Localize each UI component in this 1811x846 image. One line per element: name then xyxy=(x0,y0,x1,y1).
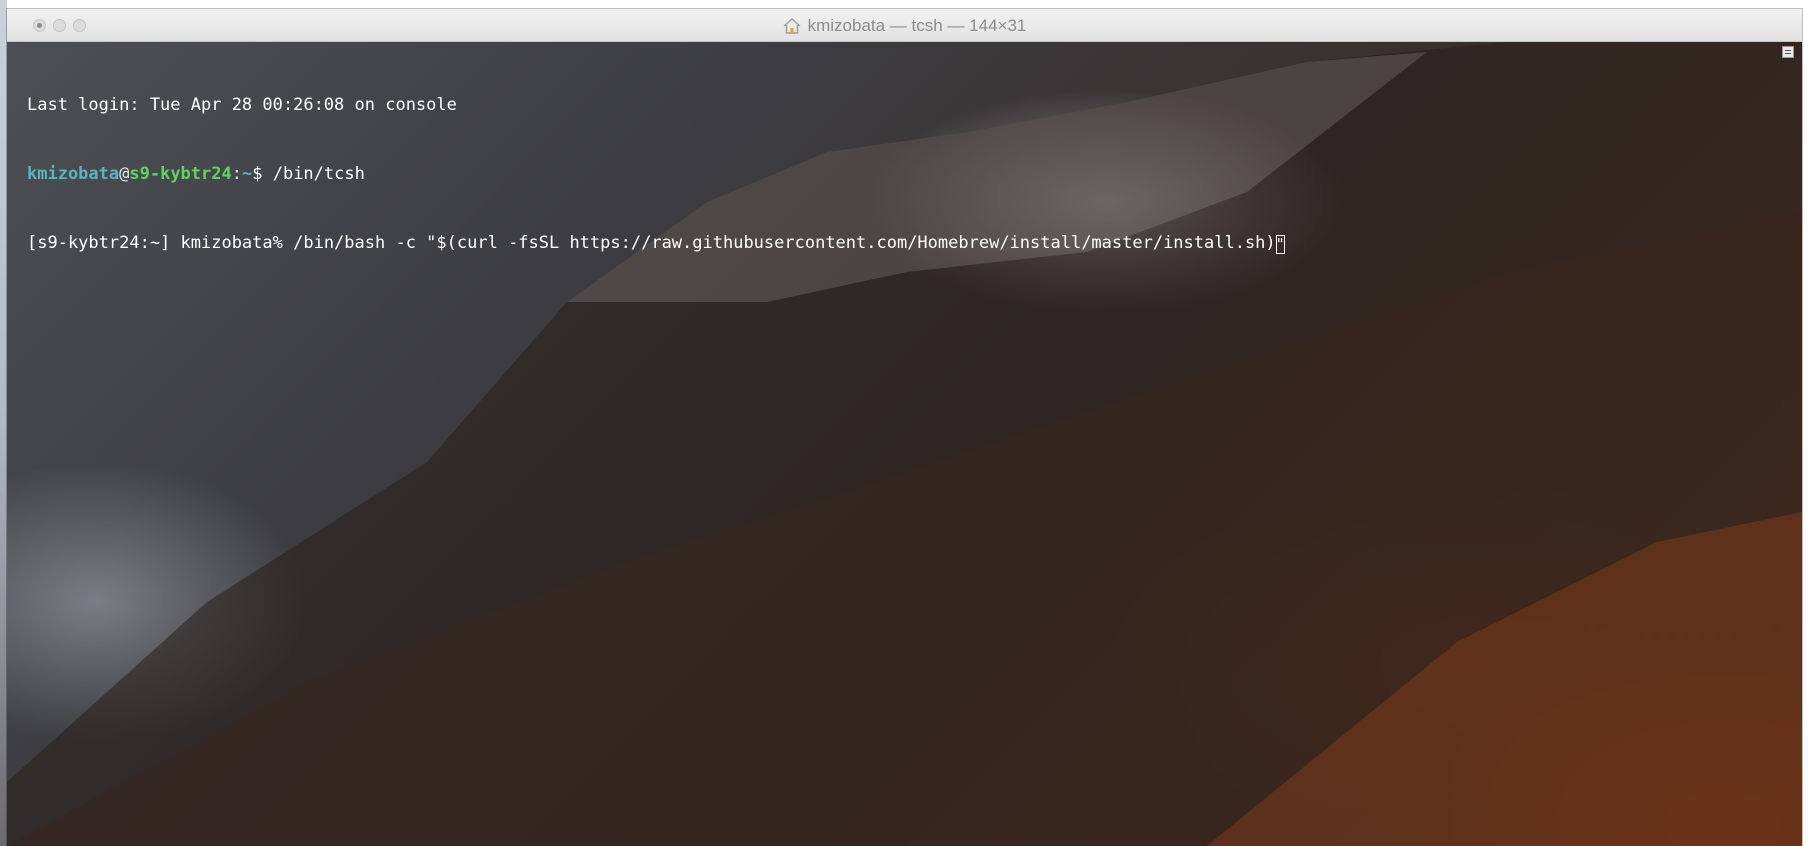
window-title: kmizobata — tcsh — 144×31 xyxy=(7,9,1802,42)
command-input[interactable]: /bin/bash -c "$(curl -fsSL https://raw.g… xyxy=(293,233,1276,253)
prompt-user: kmizobata xyxy=(27,164,120,184)
terminal-content[interactable]: Last login: Tue Apr 28 00:26:08 on conso… xyxy=(7,42,1802,846)
terminal-line-bash-prompt: kmizobata@s9-kybtr24:~$ /bin/tcsh xyxy=(27,163,1762,186)
terminal-line-tcsh-prompt: [s9-kybtr24:~] kmizobata% /bin/bash -c "… xyxy=(27,232,1762,255)
prompt-path: ~ xyxy=(241,164,253,184)
tcsh-prompt: [s9-kybtr24:~] kmizobata% xyxy=(27,233,294,253)
prompt-at: @ xyxy=(119,164,130,184)
title-bar[interactable]: kmizobata — tcsh — 144×31 xyxy=(7,9,1802,42)
cursor-char: " xyxy=(1275,235,1285,253)
desktop-edge-left xyxy=(0,0,7,846)
scroll-list-icon[interactable] xyxy=(1782,46,1794,58)
home-icon xyxy=(783,17,801,34)
terminal-window: kmizobata — tcsh — 144×31 Last login: Tu… xyxy=(7,9,1802,846)
window-title-text: kmizobata — tcsh — 144×31 xyxy=(807,15,1027,35)
command-text: /bin/tcsh xyxy=(272,164,365,184)
desktop-edge-right xyxy=(1802,0,1811,846)
prompt-separator: : xyxy=(231,164,242,184)
terminal-output[interactable]: Last login: Tue Apr 28 00:26:08 on conso… xyxy=(27,48,1762,301)
prompt-host: s9-kybtr24 xyxy=(129,164,232,184)
terminal-line-last-login: Last login: Tue Apr 28 00:26:08 on conso… xyxy=(27,95,457,115)
prompt-symbol: $ xyxy=(252,164,273,184)
text-cursor: " xyxy=(1275,235,1285,254)
